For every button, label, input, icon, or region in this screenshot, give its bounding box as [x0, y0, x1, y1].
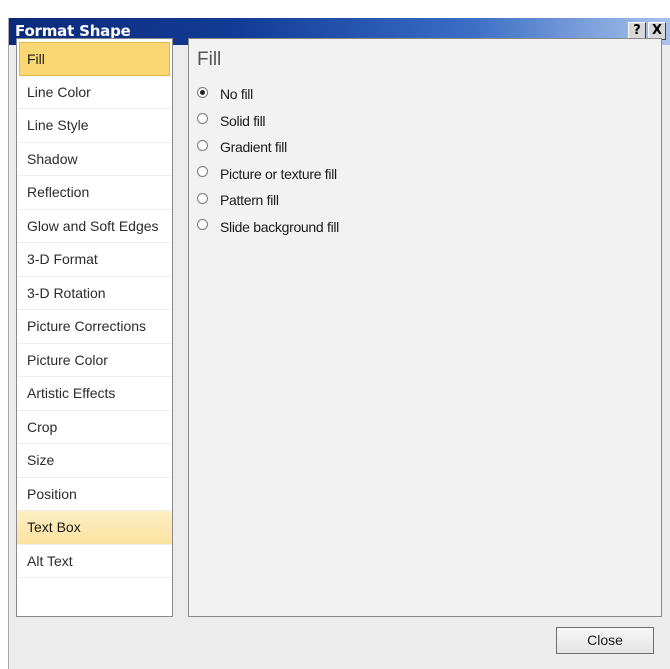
- option-label: Gradient fill: [220, 139, 287, 156]
- sidebar-item-line-style[interactable]: Line Style: [17, 109, 172, 143]
- option-solid-fill[interactable]: Solid fill: [197, 108, 339, 135]
- sidebar-item-line-color[interactable]: Line Color: [17, 76, 172, 109]
- sidebar-item-shadow[interactable]: Shadow: [17, 143, 172, 176]
- radio-gradient-fill[interactable]: [197, 139, 208, 151]
- sidebar-item-picture-color[interactable]: Picture Color: [17, 344, 172, 377]
- sidebar-item-crop[interactable]: Crop: [17, 411, 172, 444]
- option-no-fill[interactable]: No fill: [197, 81, 339, 108]
- sidebar-item-reflection[interactable]: Reflection: [17, 176, 172, 210]
- sidebar-item-size[interactable]: Size: [17, 444, 172, 478]
- sidebar-item-glow-soft-edges[interactable]: Glow and Soft Edges: [17, 210, 172, 243]
- fill-options: No fill Solid fill Gradient fill Picture…: [197, 81, 339, 240]
- close-button[interactable]: Close: [556, 627, 654, 654]
- option-label: Pattern fill: [220, 192, 279, 209]
- sidebar-item-picture-corrections[interactable]: Picture Corrections: [17, 310, 172, 344]
- option-label: Slide background fill: [220, 218, 339, 235]
- option-picture-texture-fill[interactable]: Picture or texture fill: [197, 161, 339, 188]
- panel-title: Fill: [197, 49, 222, 70]
- option-label: Picture or texture fill: [220, 165, 337, 182]
- fill-panel: Fill No fill Solid fill Gradient fill Pi…: [188, 38, 662, 617]
- sidebar-item-3d-rotation[interactable]: 3-D Rotation: [17, 277, 172, 310]
- option-label: No fill: [220, 86, 253, 103]
- sidebar-item-text-box[interactable]: Text Box: [17, 511, 172, 545]
- radio-pattern-fill[interactable]: [197, 192, 208, 204]
- option-label: Solid fill: [220, 112, 266, 129]
- radio-solid-fill[interactable]: [197, 113, 208, 125]
- radio-no-fill[interactable]: [197, 86, 208, 98]
- sidebar-item-position[interactable]: Position: [17, 478, 172, 511]
- sidebar-item-3d-format[interactable]: 3-D Format: [17, 243, 172, 277]
- category-list: Fill Line Color Line Style Shadow Reflec…: [16, 38, 173, 617]
- radio-slide-background-fill[interactable]: [197, 219, 208, 231]
- sidebar-item-alt-text[interactable]: Alt Text: [17, 545, 172, 578]
- radio-picture-texture-fill[interactable]: [197, 166, 208, 178]
- sidebar-item-artistic-effects[interactable]: Artistic Effects: [17, 377, 172, 411]
- option-pattern-fill[interactable]: Pattern fill: [197, 187, 339, 214]
- option-slide-background-fill[interactable]: Slide background fill: [197, 214, 339, 241]
- option-gradient-fill[interactable]: Gradient fill: [197, 134, 339, 161]
- sidebar-item-fill[interactable]: Fill: [19, 42, 170, 76]
